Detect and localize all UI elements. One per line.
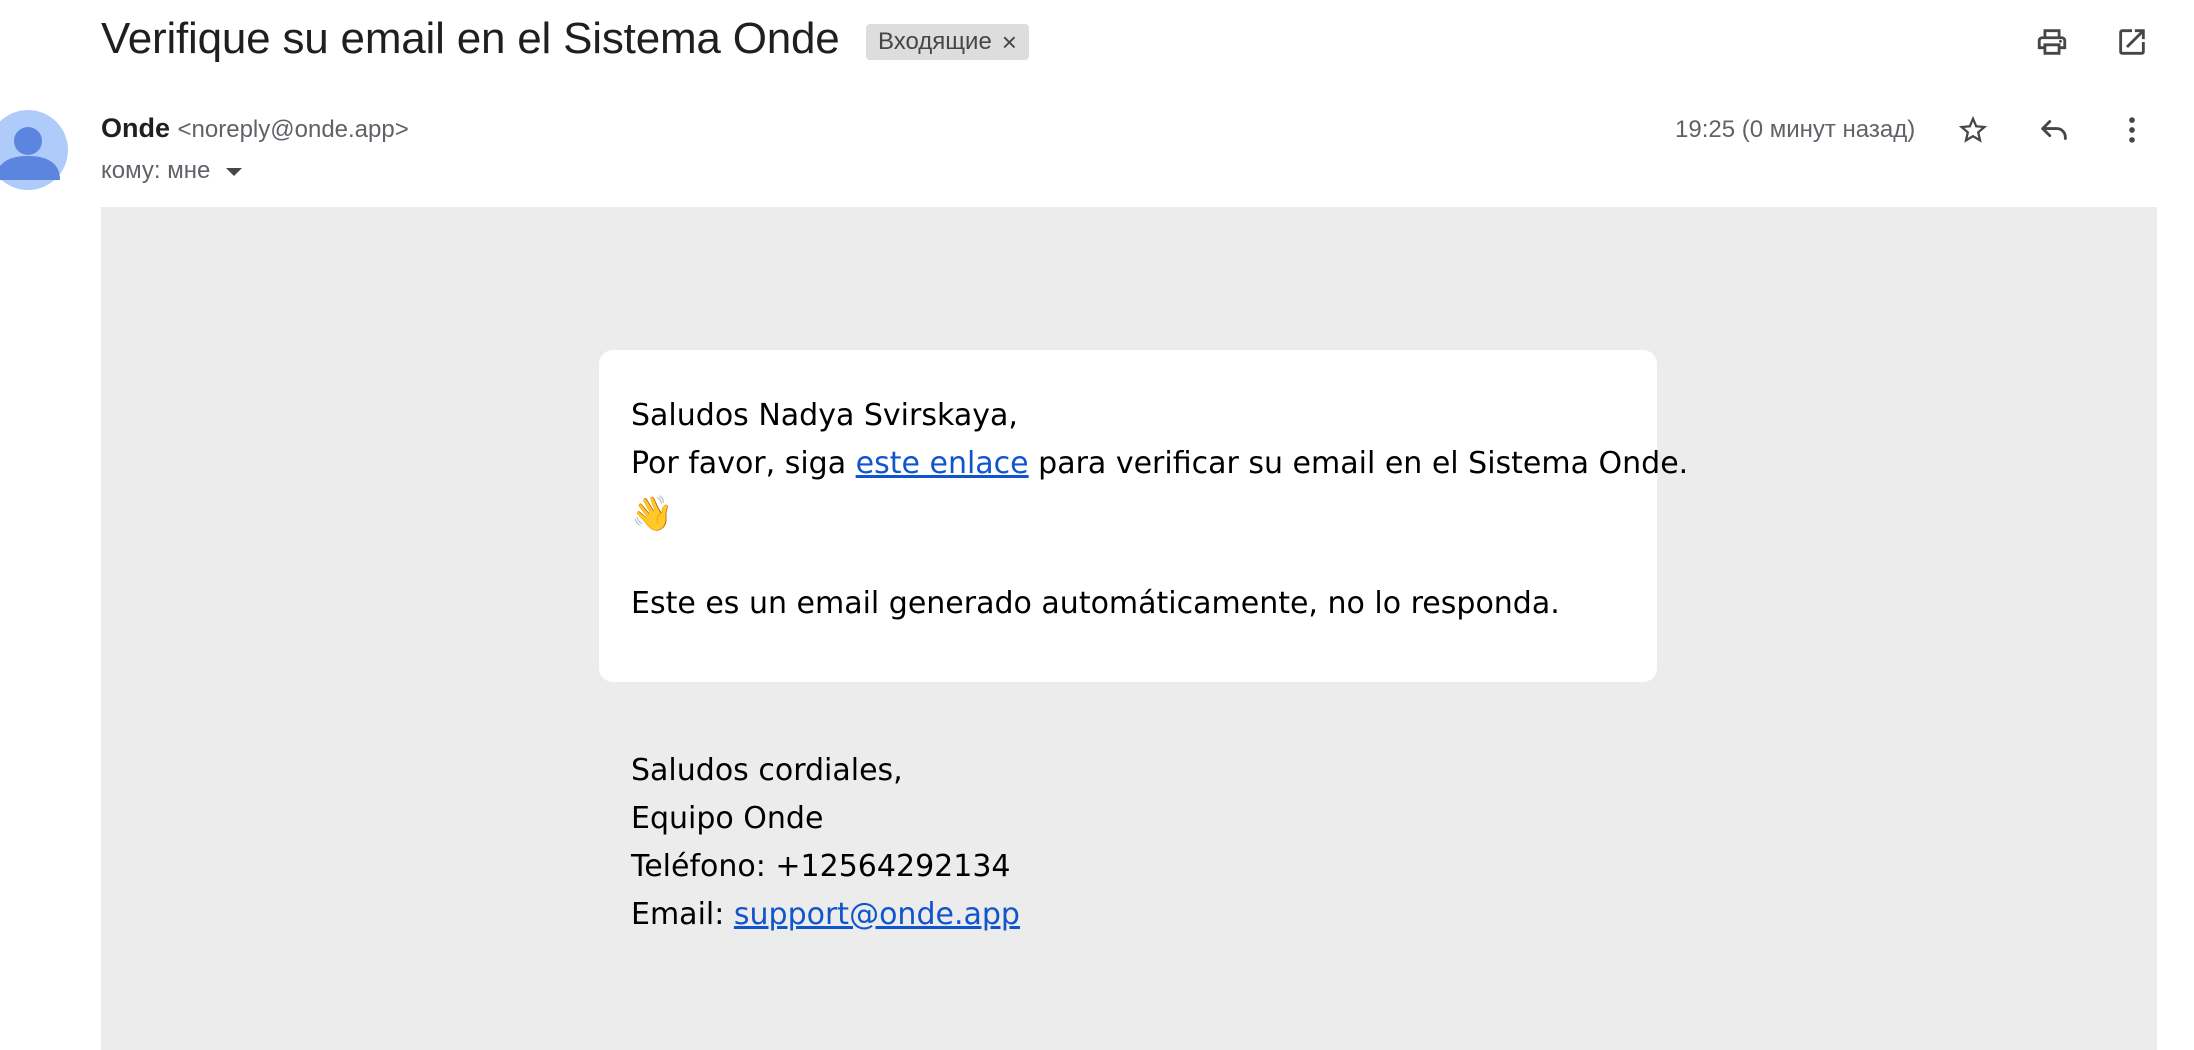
print-icon bbox=[2037, 29, 2067, 55]
inbox-label-chip[interactable]: Входящие × bbox=[866, 24, 1029, 60]
print-button[interactable] bbox=[2030, 20, 2074, 64]
sender-line: Onde <noreply@onde.app> bbox=[101, 113, 409, 144]
verification-link[interactable]: este enlace bbox=[856, 446, 1029, 481]
greeting-line: Saludos Nadya Svirskaya, bbox=[631, 398, 1018, 433]
more-vertical-icon bbox=[2129, 117, 2135, 143]
sender-avatar[interactable] bbox=[0, 110, 68, 190]
person-avatar-icon bbox=[0, 110, 68, 190]
signature-email-label: Email: bbox=[631, 897, 734, 932]
signature-email-line: Email: support@onde.app bbox=[631, 891, 1020, 939]
signature-closing: Saludos cordiales, bbox=[631, 753, 903, 788]
email-view: Verifique su email en el Sistema Onde Вх… bbox=[0, 0, 2194, 1050]
star-button[interactable] bbox=[1951, 108, 1995, 152]
signature-block: Saludos cordiales, Equipo Onde Teléfono:… bbox=[631, 747, 1020, 939]
reply-icon bbox=[2041, 120, 2067, 140]
label-text: Входящие bbox=[878, 28, 992, 55]
waving-hand-emoji: 👋 bbox=[631, 494, 674, 534]
remove-label-icon[interactable]: × bbox=[1002, 29, 1017, 55]
email-subject: Verifique su email en el Sistema Onde bbox=[101, 14, 840, 63]
open-in-new-window-icon bbox=[2119, 29, 2145, 55]
caret-down-icon bbox=[226, 168, 243, 176]
message-timestamp: 19:25 (0 минут назад) bbox=[1675, 116, 1916, 143]
recipient-details-toggle[interactable]: кому: мне bbox=[101, 157, 243, 185]
sender-email: <noreply@onde.app> bbox=[177, 116, 409, 143]
recipient-text: кому: мне bbox=[101, 157, 211, 184]
message-body: Saludos Nadya Svirskaya, Por favor, siga… bbox=[101, 207, 2157, 1050]
signature-phone: Teléfono: +12564292134 bbox=[631, 849, 1011, 884]
message-card: Saludos Nadya Svirskaya, Por favor, siga… bbox=[599, 350, 1688, 682]
auto-notice-line: Este es un email generado automáticament… bbox=[631, 586, 1560, 621]
sender-name[interactable]: Onde bbox=[101, 113, 170, 143]
instruction-suffix: para verificar su email en el Sistema On… bbox=[1028, 446, 1689, 481]
reply-button[interactable] bbox=[2032, 108, 2076, 152]
star-icon bbox=[1958, 115, 1988, 143]
instruction-prefix: Por favor, siga bbox=[631, 446, 856, 481]
more-options-button[interactable] bbox=[2110, 108, 2154, 152]
message-text: Saludos Nadya Svirskaya, Por favor, siga… bbox=[631, 392, 1688, 628]
instruction-line: Por favor, siga este enlace para verific… bbox=[631, 440, 1688, 488]
support-email-link[interactable]: support@onde.app bbox=[734, 897, 1020, 932]
signature-team: Equipo Onde bbox=[631, 801, 824, 836]
open-in-new-window-button[interactable] bbox=[2110, 20, 2154, 64]
